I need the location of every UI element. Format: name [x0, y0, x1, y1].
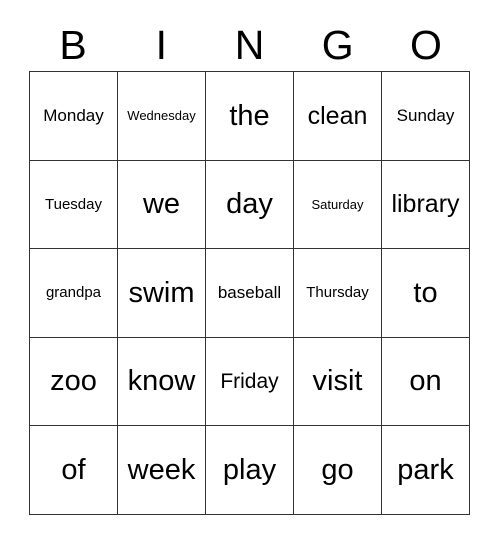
bingo-cell-label: on	[409, 365, 442, 398]
bingo-cell-label: we	[142, 188, 181, 221]
bingo-cell[interactable]: the	[206, 72, 294, 161]
bingo-cell[interactable]: park	[382, 426, 470, 515]
bingo-grid: Monday Wednesday the clean Sunday Tuesda…	[29, 71, 470, 515]
bingo-cell[interactable]: to	[382, 249, 470, 338]
bingo-cell-label: know	[127, 365, 196, 398]
bingo-cell-label: Friday	[220, 369, 279, 393]
bingo-cell-label: zoo	[50, 365, 97, 398]
bingo-cell[interactable]: baseball	[206, 249, 294, 338]
bingo-header-letter-i: I	[155, 22, 167, 68]
bingo-cell-label: library	[391, 190, 460, 219]
bingo-cell-label: Sunday	[396, 105, 455, 125]
bingo-cell[interactable]: go	[294, 426, 382, 515]
bingo-cell[interactable]: Wednesday	[118, 72, 206, 161]
bingo-cell-label: baseball	[217, 283, 282, 303]
bingo-cell[interactable]: on	[382, 337, 470, 427]
bingo-cell[interactable]: play	[206, 426, 294, 515]
bingo-cell-label: visit	[312, 365, 363, 398]
bingo-cell-label: go	[321, 453, 354, 486]
bingo-cell[interactable]: Monday	[30, 72, 118, 161]
bingo-cell-label: grandpa	[45, 284, 102, 302]
bingo-header-letter-n: N	[234, 22, 265, 68]
bingo-cell[interactable]: Friday	[206, 337, 294, 427]
bingo-cell-label: Monday	[43, 105, 104, 125]
bingo-cell[interactable]: zoo	[30, 337, 118, 427]
bingo-cell[interactable]: Thursday	[294, 249, 382, 338]
bingo-cell[interactable]: clean	[294, 72, 382, 161]
bingo-cell-label: play	[222, 453, 277, 486]
bingo-cell-label: clean	[307, 101, 368, 130]
bingo-cell[interactable]: Saturday	[294, 160, 382, 250]
bingo-cell[interactable]: grandpa	[30, 249, 118, 338]
bingo-cell-label: park	[397, 453, 454, 486]
bingo-header-letter-b: B	[59, 22, 87, 68]
bingo-card: B I N G O Monday Wednesday the clean Sun…	[0, 0, 500, 544]
bingo-cell[interactable]: we	[118, 160, 206, 250]
bingo-cell-label: Wednesday	[127, 107, 196, 123]
bingo-cell[interactable]: Sunday	[382, 72, 470, 161]
bingo-cell[interactable]: know	[118, 337, 206, 427]
bingo-cell[interactable]: Tuesday	[30, 160, 118, 250]
bingo-cell-label: Thursday	[306, 284, 369, 302]
bingo-cell-label: Tuesday	[45, 195, 102, 213]
bingo-header-letter-o: O	[409, 22, 442, 68]
bingo-cell[interactable]: week	[118, 426, 206, 515]
bingo-cell[interactable]: swim	[118, 249, 206, 338]
bingo-cell[interactable]: of	[30, 426, 118, 515]
bingo-cell[interactable]: library	[382, 160, 470, 250]
bingo-cell[interactable]: visit	[294, 337, 382, 427]
bingo-cell-label: to	[413, 276, 438, 309]
bingo-cell[interactable]: day	[206, 160, 294, 250]
bingo-cell-label: Saturday	[311, 196, 364, 212]
bingo-header-row: B I N G O	[29, 10, 470, 68]
bingo-cell-label: of	[61, 453, 86, 486]
bingo-cell-label: the	[229, 99, 270, 132]
bingo-header-letter-g: G	[321, 22, 354, 68]
bingo-cell-label: week	[127, 453, 196, 486]
bingo-cell-label: day	[226, 188, 273, 221]
bingo-cell-label: swim	[128, 276, 195, 309]
